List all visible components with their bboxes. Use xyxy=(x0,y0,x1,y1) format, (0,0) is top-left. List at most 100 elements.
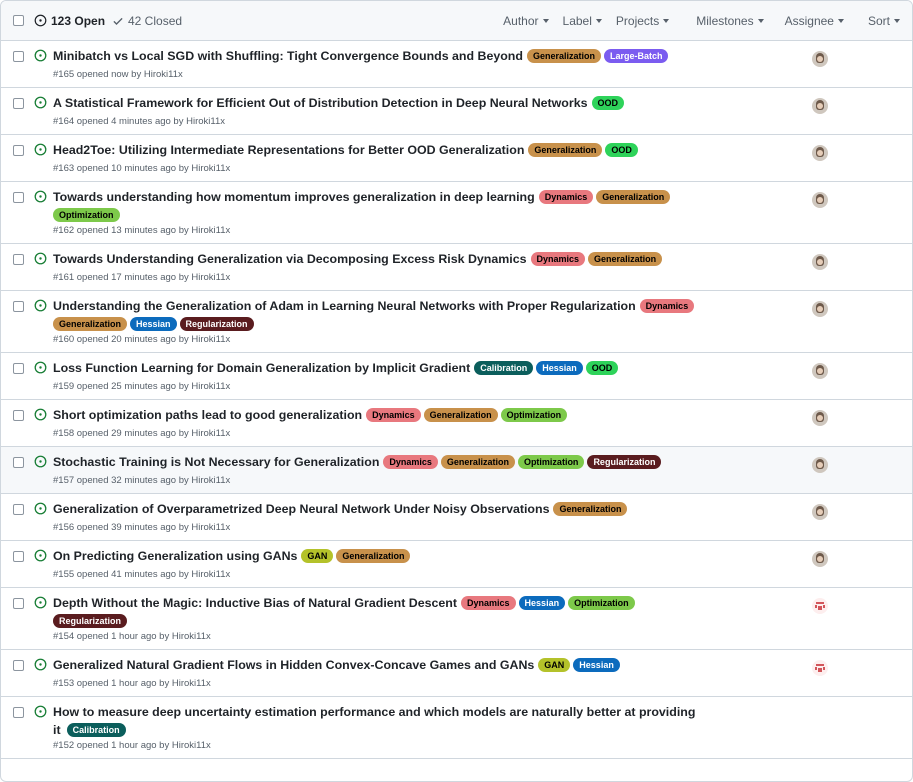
issue-row[interactable]: Understanding the Generalization of Adam… xyxy=(1,291,912,353)
person-avatar-icon[interactable] xyxy=(812,363,828,379)
issue-checkbox[interactable] xyxy=(13,254,24,265)
pixel-avatar-icon[interactable] xyxy=(812,660,828,676)
issue-checkbox[interactable] xyxy=(13,145,24,156)
issue-label[interactable]: Large-Batch xyxy=(603,49,669,63)
issue-title-link[interactable]: How to measure deep uncertainty estimati… xyxy=(53,705,695,719)
person-avatar-icon[interactable] xyxy=(812,51,828,67)
issue-row[interactable]: Head2Toe: Utilizing Intermediate Represe… xyxy=(1,135,912,182)
issue-title-link[interactable]: Towards Understanding Generalization via… xyxy=(53,252,527,266)
issue-title-link[interactable]: Towards understanding how momentum impro… xyxy=(53,190,535,204)
pixel-avatar-icon[interactable] xyxy=(812,598,828,614)
issue-checkbox[interactable] xyxy=(13,363,24,374)
issue-label[interactable]: GAN xyxy=(538,658,571,672)
projects-filter[interactable]: Projects xyxy=(616,14,670,28)
issue-label[interactable]: Optimization xyxy=(53,207,120,222)
issue-label[interactable]: Regularization xyxy=(179,316,254,331)
issue-label[interactable]: Generalization xyxy=(553,502,628,516)
person-avatar-icon[interactable] xyxy=(812,145,828,161)
issue-row[interactable]: Loss Function Learning for Domain Genera… xyxy=(1,353,912,400)
person-avatar-icon[interactable] xyxy=(812,254,828,270)
issue-title-link[interactable]: Head2Toe: Utilizing Intermediate Represe… xyxy=(53,143,524,157)
person-avatar-icon[interactable] xyxy=(812,504,828,520)
issue-label[interactable]: Dynamics xyxy=(639,299,695,313)
issue-label[interactable]: OOD xyxy=(591,96,625,110)
issue-row[interactable]: Depth Without the Magic: Inductive Bias … xyxy=(1,588,912,650)
issue-label[interactable]: Dynamics xyxy=(461,596,516,610)
issue-title-link[interactable]: Loss Function Learning for Domain Genera… xyxy=(53,361,470,375)
issue-label[interactable]: Dynamics xyxy=(538,190,594,204)
issue-label[interactable]: Regularization xyxy=(587,455,662,469)
issue-label[interactable]: Generalization xyxy=(336,549,411,563)
issue-row[interactable]: Towards understanding how momentum impro… xyxy=(1,182,912,244)
issue-checkbox[interactable] xyxy=(13,504,24,515)
issue-title-link[interactable]: A Statistical Framework for Efficient Ou… xyxy=(53,96,588,110)
issue-row[interactable]: Stochastic Training is Not Necessary for… xyxy=(1,447,912,494)
issue-checkbox[interactable] xyxy=(13,98,24,109)
issue-label[interactable]: Dynamics xyxy=(366,408,421,422)
issue-title-link[interactable]: Short optimization paths lead to good ge… xyxy=(53,408,362,422)
issue-row[interactable]: A Statistical Framework for Efficient Ou… xyxy=(1,88,912,135)
issue-label[interactable]: Calibration xyxy=(474,361,534,375)
issue-label[interactable]: Dynamics xyxy=(530,252,586,266)
issue-label[interactable]: OOD xyxy=(605,143,638,157)
issue-checkbox[interactable] xyxy=(13,598,24,609)
issue-label[interactable]: Hessian xyxy=(536,361,583,375)
sort-filter[interactable]: Sort xyxy=(868,14,900,28)
issue-checkbox[interactable] xyxy=(13,301,24,312)
issue-label[interactable]: Generalization xyxy=(526,49,601,63)
issue-checkbox[interactable] xyxy=(13,660,24,671)
issue-row[interactable]: Generalization of Overparametrized Deep … xyxy=(1,494,912,541)
person-avatar-icon[interactable] xyxy=(812,551,828,567)
author-filter[interactable]: Author xyxy=(503,14,549,28)
issue-title-link[interactable]: Minibatch vs Local SGD with Shuffling: T… xyxy=(53,49,523,63)
person-avatar-icon[interactable] xyxy=(812,410,828,426)
issue-row[interactable]: Generalized Natural Gradient Flows in Hi… xyxy=(1,650,912,697)
issue-label[interactable]: Calibration xyxy=(66,722,126,737)
issue-label[interactable]: Generalization xyxy=(53,316,128,331)
issue-label[interactable]: Generalization xyxy=(596,190,671,204)
issue-title-link[interactable]: Stochastic Training is Not Necessary for… xyxy=(53,455,379,469)
issue-title-link[interactable]: Generalization of Overparametrized Deep … xyxy=(53,502,549,516)
issue-row[interactable]: How to measure deep uncertainty estimati… xyxy=(1,697,912,759)
person-avatar-icon[interactable] xyxy=(812,98,828,114)
issue-checkbox[interactable] xyxy=(13,551,24,562)
person-avatar-icon[interactable] xyxy=(812,192,828,208)
assignee-filter[interactable]: Assignee xyxy=(785,14,844,28)
issue-title-link[interactable]: Understanding the Generalization of Adam… xyxy=(53,299,636,313)
issue-checkbox[interactable] xyxy=(13,707,24,718)
open-issues-tab[interactable]: 123 Open xyxy=(34,1,105,40)
issue-title-link[interactable]: Depth Without the Magic: Inductive Bias … xyxy=(53,596,457,610)
closed-count-label: 42 Closed xyxy=(128,13,183,28)
issue-row[interactable]: On Predicting Generalization using GANs G… xyxy=(1,541,912,588)
milestones-filter[interactable]: Milestones xyxy=(696,14,764,28)
issue-label[interactable]: Hessian xyxy=(518,596,566,610)
issue-label[interactable]: Generalization xyxy=(528,143,603,157)
issue-label[interactable]: OOD xyxy=(585,361,619,375)
issue-title-continuation[interactable]: it xyxy=(53,723,61,737)
issue-label[interactable]: Optimization xyxy=(517,455,585,469)
issue-checkbox[interactable] xyxy=(13,410,24,421)
closed-issues-tab[interactable]: 42 Closed xyxy=(112,1,182,40)
label-filter[interactable]: Label xyxy=(563,14,602,28)
issue-label[interactable]: Regularization xyxy=(53,613,128,628)
person-avatar-icon[interactable] xyxy=(812,457,828,473)
issue-title-link[interactable]: Generalized Natural Gradient Flows in Hi… xyxy=(53,658,534,672)
issue-checkbox[interactable] xyxy=(13,457,24,468)
issue-checkbox[interactable] xyxy=(13,192,24,203)
issue-row[interactable]: Towards Understanding Generalization via… xyxy=(1,244,912,291)
issue-checkbox[interactable] xyxy=(13,51,24,62)
issue-label[interactable]: Generalization xyxy=(440,455,515,469)
issue-label[interactable]: GAN xyxy=(301,549,334,563)
issue-label[interactable]: Dynamics xyxy=(383,455,438,469)
issue-label[interactable]: Optimization xyxy=(568,596,635,610)
issue-row[interactable]: Minibatch vs Local SGD with Shuffling: T… xyxy=(1,41,912,88)
issue-label[interactable]: Generalization xyxy=(588,252,663,266)
issue-label[interactable]: Optimization xyxy=(500,408,568,422)
issue-label[interactable]: Hessian xyxy=(573,658,620,672)
select-all-checkbox[interactable] xyxy=(13,15,24,26)
issue-label[interactable]: Generalization xyxy=(423,408,498,422)
person-avatar-icon[interactable] xyxy=(812,301,828,317)
issue-label[interactable]: Hessian xyxy=(130,316,177,331)
issue-row[interactable]: Short optimization paths lead to good ge… xyxy=(1,400,912,447)
issue-title-link[interactable]: On Predicting Generalization using GANs xyxy=(53,549,297,563)
